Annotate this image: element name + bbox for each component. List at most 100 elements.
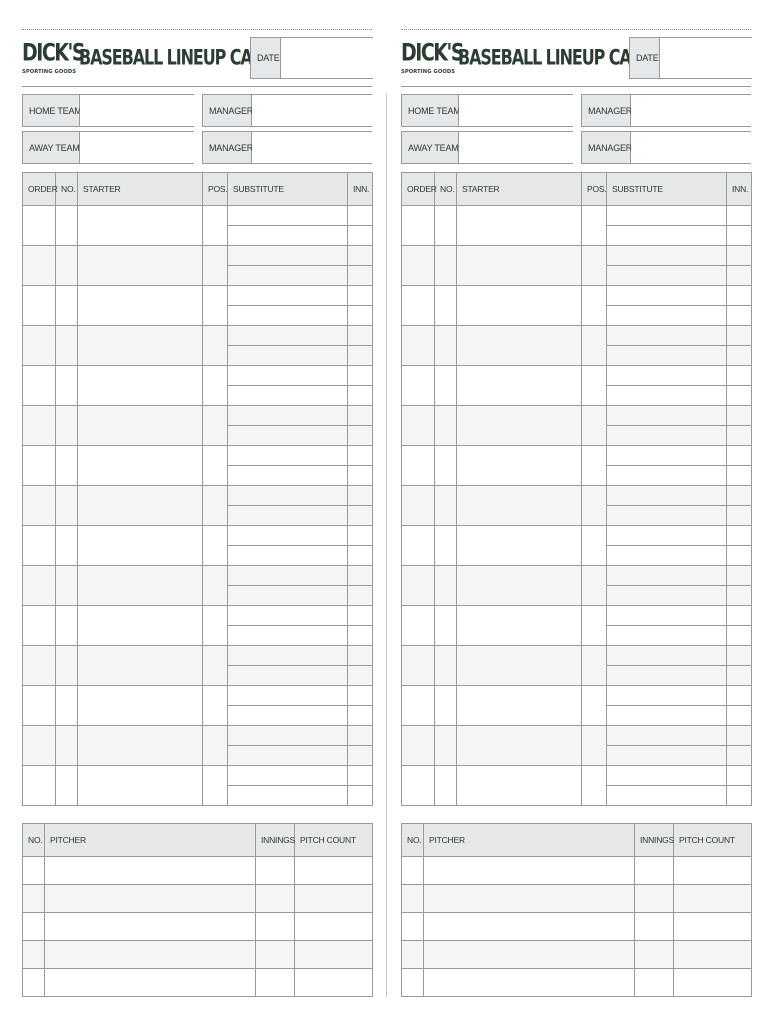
order-cell[interactable] [401, 765, 435, 806]
position-input[interactable] [582, 301, 606, 313]
substitute-cell[interactable] [606, 345, 727, 366]
substitute-input[interactable] [607, 711, 726, 723]
innings-input[interactable] [256, 922, 294, 934]
position-cell[interactable] [202, 205, 228, 246]
number-cell[interactable] [434, 685, 457, 726]
inning-input[interactable] [727, 751, 751, 763]
order-input[interactable] [402, 301, 434, 313]
order-cell[interactable] [22, 245, 56, 286]
starter-cell[interactable] [456, 405, 582, 446]
pitcher-name-cell[interactable] [423, 940, 635, 969]
number-cell[interactable] [55, 445, 78, 486]
innings-cell[interactable] [255, 884, 295, 913]
inning-input[interactable] [348, 671, 372, 683]
substitute-cell[interactable] [606, 625, 727, 646]
order-cell[interactable] [22, 325, 56, 366]
position-input[interactable] [203, 621, 227, 633]
inning-input[interactable] [727, 591, 751, 603]
position-cell[interactable] [202, 325, 228, 366]
substitute-cell[interactable] [227, 405, 348, 426]
inning-input[interactable] [727, 331, 751, 343]
starter-input[interactable] [457, 221, 581, 233]
position-input[interactable] [203, 581, 227, 593]
order-cell[interactable] [401, 685, 435, 726]
starter-input[interactable] [457, 461, 581, 473]
starter-cell[interactable] [77, 405, 203, 446]
inning-input[interactable] [348, 711, 372, 723]
substitute-input[interactable] [607, 471, 726, 483]
substitute-input[interactable] [607, 271, 726, 283]
starter-cell[interactable] [456, 765, 582, 806]
innings-cell[interactable] [255, 968, 295, 997]
inning-input[interactable] [727, 731, 751, 743]
inning-cell[interactable] [726, 245, 752, 266]
substitute-cell[interactable] [606, 505, 727, 526]
number-input[interactable] [435, 781, 456, 793]
substitute-input[interactable] [228, 691, 347, 703]
number-input[interactable] [56, 341, 77, 353]
inning-input[interactable] [348, 591, 372, 603]
pitcher-name-cell[interactable] [423, 912, 635, 941]
starter-input[interactable] [457, 301, 581, 313]
pitcher-name-input[interactable] [45, 894, 255, 906]
inning-input[interactable] [348, 491, 372, 503]
inning-cell[interactable] [347, 705, 373, 726]
pitcher-number-input[interactable] [402, 978, 423, 990]
position-cell[interactable] [581, 365, 607, 406]
substitute-input[interactable] [607, 751, 726, 763]
starter-cell[interactable] [456, 685, 582, 726]
position-cell[interactable] [202, 245, 228, 286]
number-input[interactable] [56, 221, 77, 233]
order-input[interactable] [402, 701, 434, 713]
substitute-input[interactable] [228, 351, 347, 363]
substitute-cell[interactable] [606, 485, 727, 506]
starter-cell[interactable] [456, 365, 582, 406]
inning-cell[interactable] [726, 505, 752, 526]
substitute-cell[interactable] [227, 565, 348, 586]
position-input[interactable] [203, 221, 227, 233]
substitute-input[interactable] [607, 371, 726, 383]
innings-cell[interactable] [255, 912, 295, 941]
pitch-count-cell[interactable] [673, 912, 752, 941]
starter-input[interactable] [457, 621, 581, 633]
substitute-input[interactable] [607, 251, 726, 263]
starter-cell[interactable] [77, 765, 203, 806]
position-input[interactable] [203, 381, 227, 393]
substitute-input[interactable] [607, 491, 726, 503]
position-input[interactable] [203, 341, 227, 353]
position-input[interactable] [203, 421, 227, 433]
substitute-input[interactable] [607, 771, 726, 783]
pitcher-number-cell[interactable] [22, 968, 45, 997]
starter-input[interactable] [78, 301, 202, 313]
starter-input[interactable] [78, 221, 202, 233]
number-cell[interactable] [55, 405, 78, 446]
order-input[interactable] [23, 381, 55, 393]
inning-cell[interactable] [347, 665, 373, 686]
inning-cell[interactable] [726, 325, 752, 346]
substitute-input[interactable] [228, 571, 347, 583]
number-input[interactable] [56, 461, 77, 473]
pitch-count-cell[interactable] [673, 884, 752, 913]
inning-cell[interactable] [347, 785, 373, 806]
inning-input[interactable] [727, 211, 751, 223]
inning-input[interactable] [348, 531, 372, 543]
pitcher-number-cell[interactable] [22, 884, 45, 913]
number-cell[interactable] [434, 565, 457, 606]
position-input[interactable] [582, 221, 606, 233]
substitute-cell[interactable] [606, 425, 727, 446]
inning-cell[interactable] [347, 465, 373, 486]
substitute-cell[interactable] [227, 425, 348, 446]
position-cell[interactable] [581, 405, 607, 446]
innings-input[interactable] [635, 922, 673, 934]
inning-input[interactable] [727, 551, 751, 563]
number-input[interactable] [56, 741, 77, 753]
position-cell[interactable] [202, 285, 228, 326]
position-cell[interactable] [581, 525, 607, 566]
order-cell[interactable] [401, 365, 435, 406]
position-cell[interactable] [202, 565, 228, 606]
starter-input[interactable] [457, 381, 581, 393]
starter-input[interactable] [78, 741, 202, 753]
number-input[interactable] [435, 341, 456, 353]
number-input[interactable] [56, 541, 77, 553]
pitch-count-cell[interactable] [673, 940, 752, 969]
